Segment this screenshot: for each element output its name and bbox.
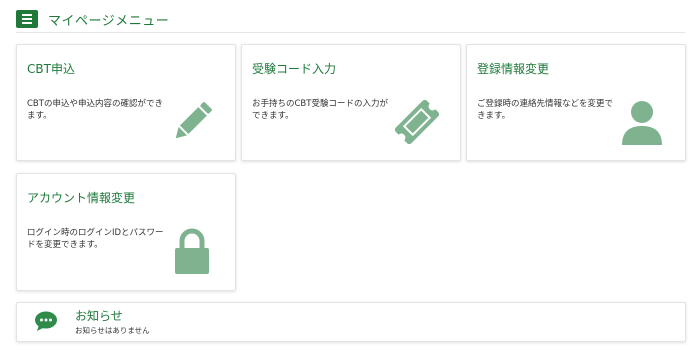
notice-title: お知らせ (75, 309, 123, 323)
chat-bubble-icon (34, 310, 58, 332)
menu-icon[interactable] (16, 10, 38, 28)
card-account-info[interactable]: アカウント情報変更 ログイン時のログインIDとパスワードを変更できます。 (16, 173, 236, 291)
card-title: CBT申込 (27, 62, 75, 76)
page-header: マイページメニュー (16, 6, 685, 33)
card-description: ご登録時の連絡先情報などを変更できます。 (477, 99, 614, 121)
card-exam-code[interactable]: 受験コード入力 お手持ちのCBT受験コードの入力ができます。 (241, 44, 461, 161)
ticket-icon (392, 97, 442, 147)
notice-text: お知らせはありません (75, 326, 150, 335)
card-description: ログイン時のログインIDとパスワードを変更できます。 (27, 228, 164, 250)
user-icon (617, 97, 667, 147)
page-title: マイページメニュー (48, 13, 170, 29)
card-title: 登録情報変更 (477, 62, 550, 76)
lock-icon (167, 226, 217, 276)
notice-panel: お知らせ お知らせはありません (16, 302, 686, 342)
card-registration-info[interactable]: 登録情報変更 ご登録時の連絡先情報などを変更できます。 (466, 44, 686, 161)
card-cbt-apply[interactable]: CBT申込 CBTの申込や申込内容の確認ができます。 (16, 44, 236, 161)
card-title: アカウント情報変更 (27, 191, 136, 205)
pencil-icon (167, 97, 217, 147)
card-description: CBTの申込や申込内容の確認ができます。 (27, 99, 163, 121)
card-description: お手持ちのCBT受験コードの入力ができます。 (252, 99, 388, 121)
card-title: 受験コード入力 (252, 62, 337, 76)
